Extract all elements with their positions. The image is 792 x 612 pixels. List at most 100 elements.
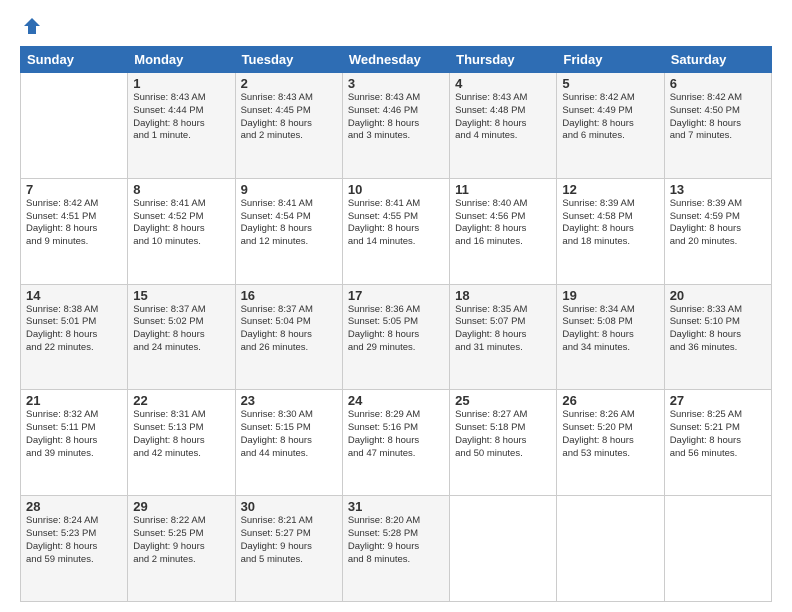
logo — [20, 16, 42, 36]
weekday-thursday: Thursday — [450, 47, 557, 73]
day-cell: 6Sunrise: 8:42 AM Sunset: 4:50 PM Daylig… — [664, 73, 771, 179]
day-cell: 13Sunrise: 8:39 AM Sunset: 4:59 PM Dayli… — [664, 178, 771, 284]
day-cell: 25Sunrise: 8:27 AM Sunset: 5:18 PM Dayli… — [450, 390, 557, 496]
day-cell: 3Sunrise: 8:43 AM Sunset: 4:46 PM Daylig… — [342, 73, 449, 179]
day-cell: 11Sunrise: 8:40 AM Sunset: 4:56 PM Dayli… — [450, 178, 557, 284]
day-cell: 20Sunrise: 8:33 AM Sunset: 5:10 PM Dayli… — [664, 284, 771, 390]
day-info: Sunrise: 8:41 AM Sunset: 4:55 PM Dayligh… — [348, 198, 444, 249]
day-info: Sunrise: 8:34 AM Sunset: 5:08 PM Dayligh… — [562, 304, 658, 355]
day-cell: 22Sunrise: 8:31 AM Sunset: 5:13 PM Dayli… — [128, 390, 235, 496]
week-row-1: 7Sunrise: 8:42 AM Sunset: 4:51 PM Daylig… — [21, 178, 772, 284]
weekday-sunday: Sunday — [21, 47, 128, 73]
day-number: 8 — [133, 182, 229, 197]
day-info: Sunrise: 8:37 AM Sunset: 5:02 PM Dayligh… — [133, 304, 229, 355]
day-info: Sunrise: 8:30 AM Sunset: 5:15 PM Dayligh… — [241, 409, 337, 460]
day-cell: 9Sunrise: 8:41 AM Sunset: 4:54 PM Daylig… — [235, 178, 342, 284]
day-number: 6 — [670, 76, 766, 91]
weekday-saturday: Saturday — [664, 47, 771, 73]
day-number: 22 — [133, 393, 229, 408]
day-number: 24 — [348, 393, 444, 408]
day-cell: 5Sunrise: 8:42 AM Sunset: 4:49 PM Daylig… — [557, 73, 664, 179]
day-info: Sunrise: 8:40 AM Sunset: 4:56 PM Dayligh… — [455, 198, 551, 249]
day-number: 19 — [562, 288, 658, 303]
week-row-3: 21Sunrise: 8:32 AM Sunset: 5:11 PM Dayli… — [21, 390, 772, 496]
day-number: 11 — [455, 182, 551, 197]
day-info: Sunrise: 8:43 AM Sunset: 4:48 PM Dayligh… — [455, 92, 551, 143]
day-cell: 7Sunrise: 8:42 AM Sunset: 4:51 PM Daylig… — [21, 178, 128, 284]
day-cell: 17Sunrise: 8:36 AM Sunset: 5:05 PM Dayli… — [342, 284, 449, 390]
day-number: 25 — [455, 393, 551, 408]
day-number: 26 — [562, 393, 658, 408]
day-cell: 26Sunrise: 8:26 AM Sunset: 5:20 PM Dayli… — [557, 390, 664, 496]
weekday-wednesday: Wednesday — [342, 47, 449, 73]
day-cell: 2Sunrise: 8:43 AM Sunset: 4:45 PM Daylig… — [235, 73, 342, 179]
day-number: 4 — [455, 76, 551, 91]
day-number: 17 — [348, 288, 444, 303]
day-number: 21 — [26, 393, 122, 408]
day-number: 20 — [670, 288, 766, 303]
day-info: Sunrise: 8:24 AM Sunset: 5:23 PM Dayligh… — [26, 515, 122, 566]
day-cell: 19Sunrise: 8:34 AM Sunset: 5:08 PM Dayli… — [557, 284, 664, 390]
weekday-monday: Monday — [128, 47, 235, 73]
day-info: Sunrise: 8:33 AM Sunset: 5:10 PM Dayligh… — [670, 304, 766, 355]
week-row-2: 14Sunrise: 8:38 AM Sunset: 5:01 PM Dayli… — [21, 284, 772, 390]
day-number: 29 — [133, 499, 229, 514]
logo-icon — [22, 16, 42, 36]
day-info: Sunrise: 8:20 AM Sunset: 5:28 PM Dayligh… — [348, 515, 444, 566]
weekday-header-row: SundayMondayTuesdayWednesdayThursdayFrid… — [21, 47, 772, 73]
day-number: 12 — [562, 182, 658, 197]
day-cell — [21, 73, 128, 179]
day-info: Sunrise: 8:31 AM Sunset: 5:13 PM Dayligh… — [133, 409, 229, 460]
day-number: 9 — [241, 182, 337, 197]
day-info: Sunrise: 8:22 AM Sunset: 5:25 PM Dayligh… — [133, 515, 229, 566]
day-info: Sunrise: 8:35 AM Sunset: 5:07 PM Dayligh… — [455, 304, 551, 355]
day-cell: 24Sunrise: 8:29 AM Sunset: 5:16 PM Dayli… — [342, 390, 449, 496]
day-number: 2 — [241, 76, 337, 91]
day-cell — [557, 496, 664, 602]
day-cell: 30Sunrise: 8:21 AM Sunset: 5:27 PM Dayli… — [235, 496, 342, 602]
day-number: 1 — [133, 76, 229, 91]
day-cell: 10Sunrise: 8:41 AM Sunset: 4:55 PM Dayli… — [342, 178, 449, 284]
day-cell: 27Sunrise: 8:25 AM Sunset: 5:21 PM Dayli… — [664, 390, 771, 496]
day-cell: 16Sunrise: 8:37 AM Sunset: 5:04 PM Dayli… — [235, 284, 342, 390]
day-info: Sunrise: 8:43 AM Sunset: 4:44 PM Dayligh… — [133, 92, 229, 143]
day-cell — [664, 496, 771, 602]
day-number: 7 — [26, 182, 122, 197]
day-info: Sunrise: 8:43 AM Sunset: 4:45 PM Dayligh… — [241, 92, 337, 143]
day-cell: 1Sunrise: 8:43 AM Sunset: 4:44 PM Daylig… — [128, 73, 235, 179]
day-number: 27 — [670, 393, 766, 408]
day-cell: 8Sunrise: 8:41 AM Sunset: 4:52 PM Daylig… — [128, 178, 235, 284]
day-cell: 18Sunrise: 8:35 AM Sunset: 5:07 PM Dayli… — [450, 284, 557, 390]
day-info: Sunrise: 8:29 AM Sunset: 5:16 PM Dayligh… — [348, 409, 444, 460]
day-number: 10 — [348, 182, 444, 197]
day-cell: 28Sunrise: 8:24 AM Sunset: 5:23 PM Dayli… — [21, 496, 128, 602]
day-cell: 14Sunrise: 8:38 AM Sunset: 5:01 PM Dayli… — [21, 284, 128, 390]
day-info: Sunrise: 8:41 AM Sunset: 4:52 PM Dayligh… — [133, 198, 229, 249]
day-number: 3 — [348, 76, 444, 91]
day-cell: 4Sunrise: 8:43 AM Sunset: 4:48 PM Daylig… — [450, 73, 557, 179]
day-number: 15 — [133, 288, 229, 303]
day-number: 23 — [241, 393, 337, 408]
page: SundayMondayTuesdayWednesdayThursdayFrid… — [0, 0, 792, 612]
day-number: 18 — [455, 288, 551, 303]
day-cell: 12Sunrise: 8:39 AM Sunset: 4:58 PM Dayli… — [557, 178, 664, 284]
day-info: Sunrise: 8:25 AM Sunset: 5:21 PM Dayligh… — [670, 409, 766, 460]
day-cell — [450, 496, 557, 602]
day-info: Sunrise: 8:37 AM Sunset: 5:04 PM Dayligh… — [241, 304, 337, 355]
day-number: 14 — [26, 288, 122, 303]
day-number: 13 — [670, 182, 766, 197]
calendar: SundayMondayTuesdayWednesdayThursdayFrid… — [20, 46, 772, 602]
day-info: Sunrise: 8:41 AM Sunset: 4:54 PM Dayligh… — [241, 198, 337, 249]
day-number: 28 — [26, 499, 122, 514]
week-row-0: 1Sunrise: 8:43 AM Sunset: 4:44 PM Daylig… — [21, 73, 772, 179]
day-cell: 21Sunrise: 8:32 AM Sunset: 5:11 PM Dayli… — [21, 390, 128, 496]
day-info: Sunrise: 8:38 AM Sunset: 5:01 PM Dayligh… — [26, 304, 122, 355]
day-info: Sunrise: 8:27 AM Sunset: 5:18 PM Dayligh… — [455, 409, 551, 460]
day-cell: 31Sunrise: 8:20 AM Sunset: 5:28 PM Dayli… — [342, 496, 449, 602]
header — [20, 16, 772, 36]
day-number: 31 — [348, 499, 444, 514]
weekday-friday: Friday — [557, 47, 664, 73]
day-info: Sunrise: 8:42 AM Sunset: 4:50 PM Dayligh… — [670, 92, 766, 143]
day-info: Sunrise: 8:42 AM Sunset: 4:49 PM Dayligh… — [562, 92, 658, 143]
day-info: Sunrise: 8:32 AM Sunset: 5:11 PM Dayligh… — [26, 409, 122, 460]
